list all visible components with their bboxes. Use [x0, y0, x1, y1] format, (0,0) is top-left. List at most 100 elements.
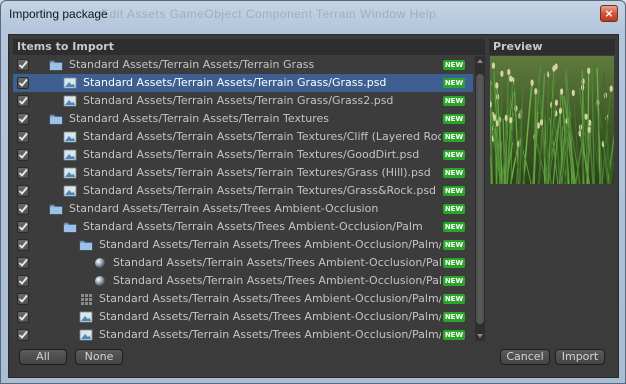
grass-texture-image	[490, 56, 614, 184]
item-checkbox[interactable]	[17, 257, 29, 269]
new-badge: NEW	[443, 330, 465, 340]
item-checkbox[interactable]	[17, 203, 29, 215]
scroll-thumb[interactable]	[476, 74, 484, 324]
new-badge: NEW	[443, 168, 465, 178]
import-item-row[interactable]: Standard Assets/Terrain Assets/Trees Amb…	[13, 218, 473, 236]
item-path-label: Standard Assets/Terrain Assets/Trees Amb…	[83, 220, 423, 233]
item-checkbox[interactable]	[17, 149, 29, 161]
item-path-label: Standard Assets/Terrain Assets/Terrain T…	[83, 184, 437, 197]
new-badge: NEW	[443, 60, 465, 70]
new-badge: NEW	[443, 294, 465, 304]
item-checkbox[interactable]	[17, 293, 29, 305]
new-badge: NEW	[443, 312, 465, 322]
import-package-window: Importing package Edit Assets GameObject…	[0, 0, 626, 384]
preview-panel-header: Preview	[489, 39, 615, 55]
title-bar[interactable]: Importing package Edit Assets GameObject…	[1, 1, 625, 29]
import-item-row[interactable]: Standard Assets/Terrain Assets/Terrain G…	[13, 92, 473, 110]
scroll-down-arrow-icon[interactable]	[475, 331, 485, 341]
grass-preview-image	[490, 56, 614, 184]
preview-panel: Preview	[489, 39, 615, 184]
item-path-label: Standard Assets/Terrain Assets/Terrain T…	[83, 148, 420, 161]
import-item-row[interactable]: Standard Assets/Terrain Assets/Trees Amb…	[13, 308, 473, 326]
new-badge: NEW	[443, 240, 465, 250]
import-button[interactable]: Import	[555, 349, 605, 365]
item-path-label: Standard Assets/Terrain Assets/Trees Amb…	[99, 238, 441, 251]
import-item-row[interactable]: Standard Assets/Terrain Assets/Trees Amb…	[13, 200, 473, 218]
item-path-label: Standard Assets/Terrain Assets/Trees Amb…	[69, 202, 379, 215]
import-item-row[interactable]: Standard Assets/Terrain Assets/Terrain T…	[13, 164, 473, 182]
item-checkbox[interactable]	[17, 95, 29, 107]
import-item-row[interactable]: Standard Assets/Terrain Assets/Terrain T…	[13, 110, 473, 128]
select-none-button[interactable]: None	[75, 349, 123, 365]
items-list: Standard Assets/Terrain Assets/Terrain G…	[13, 56, 473, 342]
item-path-label: Standard Assets/Terrain Assets/Trees Amb…	[113, 256, 441, 269]
import-item-row[interactable]: Standard Assets/Terrain Assets/Terrain G…	[13, 56, 473, 74]
folder-icon	[49, 59, 63, 71]
items-scrollbar[interactable]	[475, 56, 485, 341]
image-icon	[79, 311, 93, 323]
new-badge: NEW	[443, 114, 465, 124]
item-checkbox[interactable]	[17, 113, 29, 125]
mesh-grid-icon	[79, 293, 93, 305]
item-path-label: Standard Assets/Terrain Assets/Terrain T…	[69, 112, 330, 125]
item-checkbox[interactable]	[17, 221, 29, 233]
new-badge: NEW	[443, 222, 465, 232]
import-item-row[interactable]: Standard Assets/Terrain Assets/Trees Amb…	[13, 326, 473, 342]
item-path-label: Standard Assets/Terrain Assets/Trees Amb…	[113, 274, 441, 287]
item-checkbox[interactable]	[17, 329, 29, 341]
close-icon: ×	[604, 7, 614, 20]
scroll-up-arrow-icon[interactable]	[475, 56, 485, 66]
image-icon	[63, 185, 77, 197]
image-icon	[63, 95, 77, 107]
item-path-label: Standard Assets/Terrain Assets/Trees Amb…	[99, 310, 441, 323]
window-title: Importing package	[9, 7, 108, 21]
item-checkbox[interactable]	[17, 131, 29, 143]
import-item-row[interactable]: Standard Assets/Terrain Assets/Trees Amb…	[13, 272, 473, 290]
close-button[interactable]: ×	[600, 5, 618, 22]
import-item-row[interactable]: Standard Assets/Terrain Assets/Terrain G…	[13, 74, 473, 92]
folder-icon	[63, 221, 77, 233]
new-badge: NEW	[443, 258, 465, 268]
item-checkbox[interactable]	[17, 167, 29, 179]
import-item-row[interactable]: Standard Assets/Terrain Assets/Trees Amb…	[13, 290, 473, 308]
item-path-label: Standard Assets/Terrain Assets/Trees Amb…	[99, 328, 441, 341]
items-to-import-panel: Items to Import Standard Assets/Terrain …	[13, 39, 485, 341]
new-badge: NEW	[443, 78, 465, 88]
folder-icon	[49, 203, 63, 215]
dialog-body: Items to Import Standard Assets/Terrain …	[8, 34, 619, 378]
item-path-label: Standard Assets/Terrain Assets/Trees Amb…	[99, 292, 441, 305]
image-icon	[63, 131, 77, 143]
item-checkbox[interactable]	[17, 311, 29, 323]
item-path-label: Standard Assets/Terrain Assets/Terrain T…	[83, 130, 441, 143]
cancel-button[interactable]: Cancel	[500, 349, 550, 365]
import-item-row[interactable]: Standard Assets/Terrain Assets/Terrain T…	[13, 128, 473, 146]
folder-icon	[79, 239, 93, 251]
image-icon	[63, 77, 77, 89]
new-badge: NEW	[443, 150, 465, 160]
new-badge: NEW	[443, 96, 465, 106]
item-path-label: Standard Assets/Terrain Assets/Terrain G…	[83, 76, 387, 89]
dialog-footer: All None Cancel Import	[9, 341, 618, 377]
item-checkbox[interactable]	[17, 59, 29, 71]
import-item-row[interactable]: Standard Assets/Terrain Assets/Trees Amb…	[13, 254, 473, 272]
item-checkbox[interactable]	[17, 185, 29, 197]
material-sphere-icon	[93, 275, 107, 287]
import-item-row[interactable]: Standard Assets/Terrain Assets/Trees Amb…	[13, 236, 473, 254]
new-badge: NEW	[443, 186, 465, 196]
item-checkbox[interactable]	[17, 275, 29, 287]
material-sphere-icon	[93, 257, 107, 269]
item-checkbox[interactable]	[17, 239, 29, 251]
import-item-row[interactable]: Standard Assets/Terrain Assets/Terrain T…	[13, 146, 473, 164]
import-item-row[interactable]: Standard Assets/Terrain Assets/Terrain T…	[13, 182, 473, 200]
new-badge: NEW	[443, 276, 465, 286]
image-icon	[63, 149, 77, 161]
background-menu-ghost: Edit Assets GameObject Component Terrain…	[101, 7, 437, 21]
select-all-button[interactable]: All	[19, 349, 67, 365]
item-path-label: Standard Assets/Terrain Assets/Terrain T…	[83, 166, 431, 179]
item-checkbox[interactable]	[17, 77, 29, 89]
item-path-label: Standard Assets/Terrain Assets/Terrain G…	[69, 58, 315, 71]
image-icon	[79, 329, 93, 341]
items-panel-header: Items to Import	[13, 39, 485, 55]
image-icon	[63, 167, 77, 179]
item-path-label: Standard Assets/Terrain Assets/Terrain G…	[83, 94, 394, 107]
